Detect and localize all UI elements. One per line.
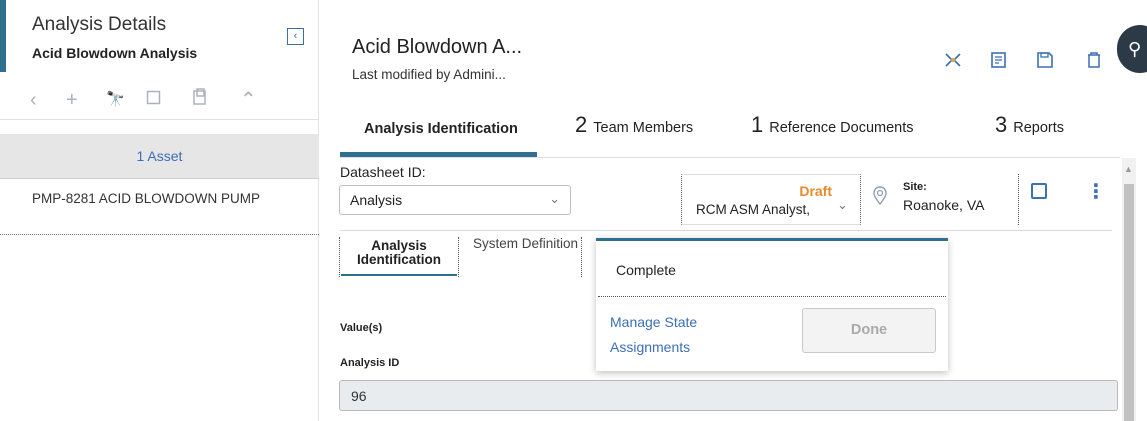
tab-count: 3: [995, 112, 1008, 137]
last-modified-text: Last modified by Admini...: [352, 67, 506, 82]
state-transition-popover: Complete Manage State Assignments Done: [596, 238, 948, 371]
page-title: Acid Blowdown A...: [352, 36, 523, 58]
state-option-complete[interactable]: Complete: [616, 262, 676, 278]
active-subtab-indicator: [341, 274, 457, 276]
more-options-icon[interactable]: ⋮: [1086, 182, 1106, 202]
analysis-id-field[interactable]: 96: [339, 380, 1118, 411]
asset-hierarchy-icon[interactable]: [944, 50, 962, 70]
left-panel-title: Analysis Details: [32, 14, 167, 35]
scrollbar-thumb[interactable]: [1124, 184, 1134, 421]
tab-label: Reports: [1013, 120, 1065, 136]
datasheet-divider: [340, 230, 1112, 231]
subtab-analysis-identification[interactable]: Analysis Identification: [339, 237, 459, 277]
report-icon[interactable]: [990, 50, 1008, 70]
chevron-up-icon[interactable]: ⌃: [240, 88, 257, 112]
analysis-id-label: Analysis ID: [340, 357, 400, 369]
asset-list-item[interactable]: PMP-8281 ACID BLOWDOWN PUMP: [0, 179, 319, 235]
left-panel: Analysis Details Acid Blowdown Analysis …: [0, 0, 319, 421]
state-assignee: RCM ASM Analyst,: [696, 202, 811, 217]
site-value: Roanoke, VA: [903, 197, 985, 213]
datasheet-id-label: Datasheet ID:: [340, 164, 426, 180]
state-status: Draft: [799, 183, 832, 199]
copy-icon[interactable]: [146, 88, 162, 112]
chevron-down-icon: ⌄: [549, 191, 560, 206]
site-label: Site:: [903, 181, 927, 193]
paste-icon[interactable]: [192, 88, 208, 112]
left-toolbar: ‹ + 🔭 ⌃: [0, 82, 319, 120]
left-panel-accent: [0, 0, 6, 72]
save-icon[interactable]: [1031, 183, 1047, 199]
popover-divider: [598, 296, 946, 297]
toolbar-separator: [1018, 174, 1019, 225]
subtab-label: System Definition: [472, 236, 579, 251]
left-panel-subtitle: Acid Blowdown Analysis: [32, 45, 198, 61]
tab-count: 2: [575, 112, 588, 137]
tab-divider: [340, 157, 1120, 158]
subtab-system-definition[interactable]: System Definition: [470, 237, 582, 277]
subtab-label: Analysis Identification: [357, 238, 441, 267]
binoculars-icon[interactable]: 🔭: [106, 88, 125, 112]
scroll-up-icon[interactable]: ▲: [1124, 164, 1133, 174]
chevron-down-icon: ⌄: [837, 197, 848, 212]
manage-state-assignments-link[interactable]: Manage State: [610, 314, 697, 330]
save-icon[interactable]: [1036, 50, 1054, 70]
chevron-left-icon[interactable]: ‹: [287, 28, 304, 45]
app-root: Analysis Details Acid Blowdown Analysis …: [0, 0, 1147, 421]
chevron-left-icon[interactable]: ‹: [30, 88, 37, 112]
location-pin-icon: [873, 186, 887, 211]
values-label: Value(s): [340, 322, 383, 334]
tab-label: Team Members: [593, 120, 694, 136]
tab-label: Reference Documents: [769, 120, 914, 136]
delete-icon[interactable]: [1085, 50, 1103, 70]
tab-bar: Analysis Identification 2 Team Members 1R…: [340, 104, 1120, 158]
tab-count: 1: [751, 112, 764, 137]
state-selector[interactable]: Draft RCM ASM Analyst, ⌄: [681, 174, 861, 225]
plus-icon[interactable]: +: [66, 88, 78, 112]
datasheet-select[interactable]: Analysis ⌄: [339, 185, 571, 215]
manage-state-assignments-link-line2[interactable]: Assignments: [610, 339, 690, 355]
tab-label: Analysis Identification: [364, 121, 518, 137]
datasheet-selected-value: Analysis: [350, 192, 403, 208]
active-tab-indicator: [340, 152, 537, 157]
guided-collapse-icon[interactable]: ⚲: [1117, 25, 1147, 73]
done-button[interactable]: Done: [802, 308, 936, 353]
asset-count-header[interactable]: 1 Asset: [0, 134, 319, 179]
